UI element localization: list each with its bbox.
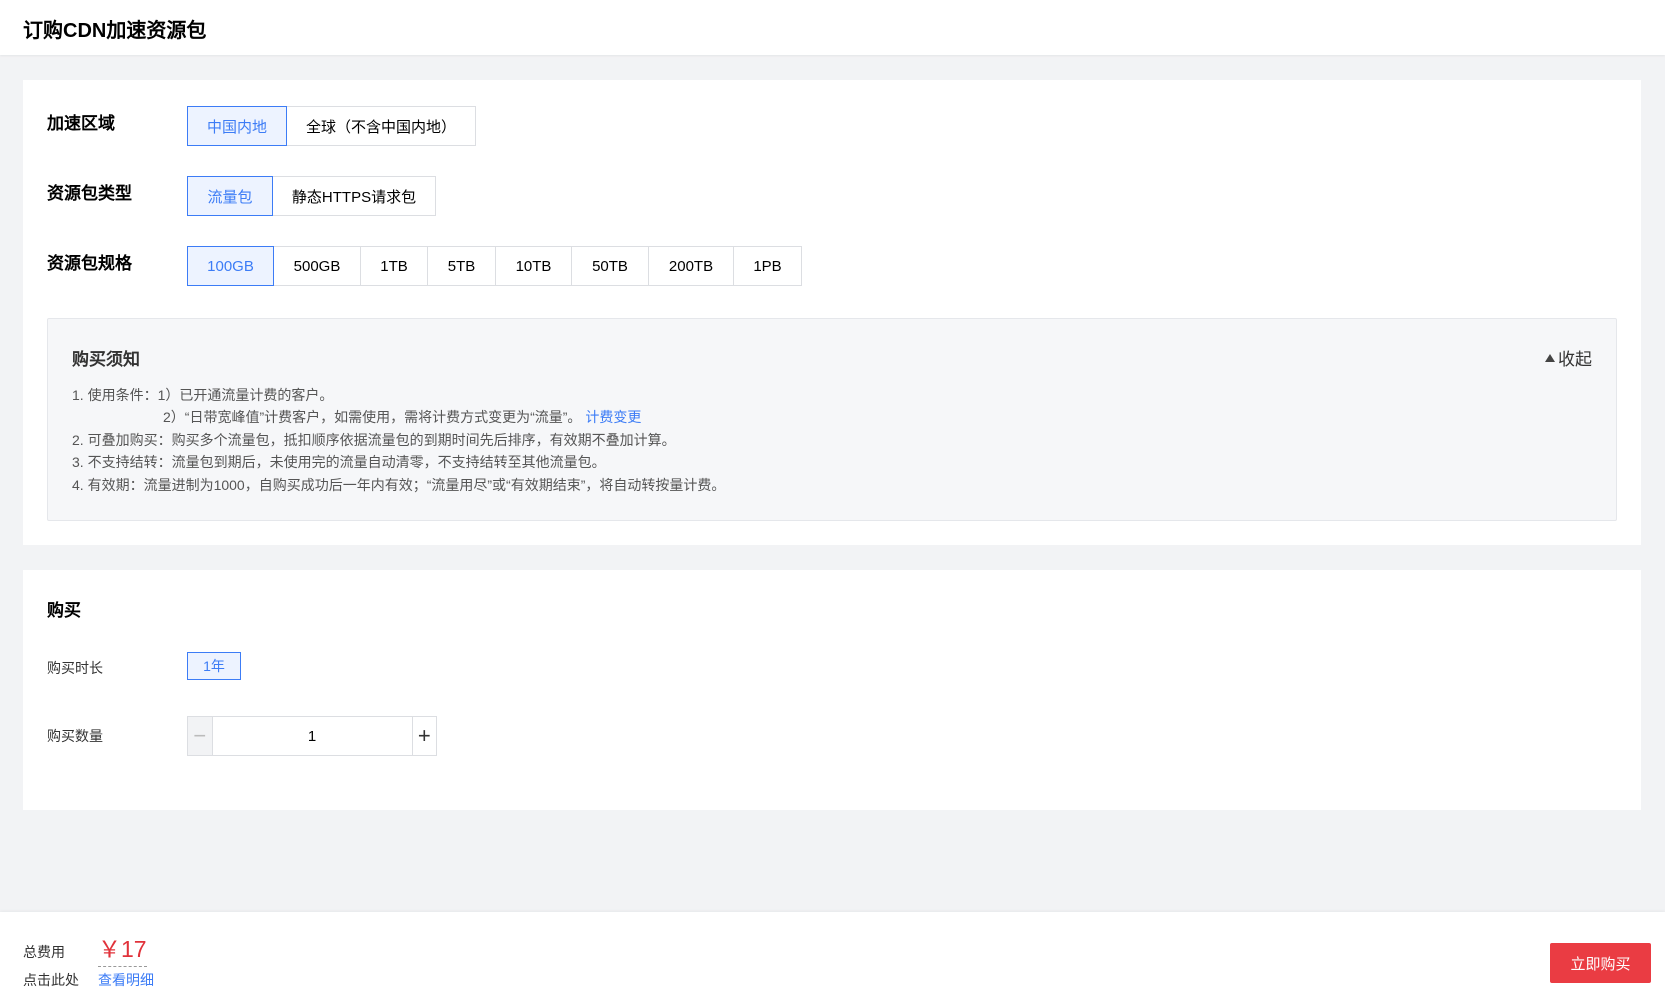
duration-option-1year[interactable]: 1年 xyxy=(187,652,241,680)
purchase-title: 购买 xyxy=(47,601,81,620)
notice-line-2-text: 2）“日带宽峰值”计费客户，如需使用，需将计费方式变更为“流量”。 xyxy=(163,409,582,425)
duration-label: 购买时长 xyxy=(47,660,103,676)
spec-option-50tb[interactable]: 50TB xyxy=(571,246,649,286)
pkg-type-selector: 流量包 静态HTTPS请求包 xyxy=(187,176,436,216)
minus-button[interactable]: − xyxy=(188,717,213,755)
buy-now-button[interactable]: 立即购买 xyxy=(1550,943,1651,983)
purchase-notice: 购买须知 收起 1. 使用条件：1）已开通流量计费的客户。 2）“日带宽峰值”计… xyxy=(47,318,1617,521)
notice-line-3: 2. 可叠加购买：购买多个流量包，抵扣顺序依据流量包的到期时间先后排序，有效期不… xyxy=(72,432,676,448)
plus-button[interactable]: + xyxy=(411,717,436,755)
pkg-spec-selector: 100GB 500GB 1TB 5TB 10TB 50TB 200TB 1PB xyxy=(187,246,802,286)
notice-line-5: 4. 有效期：流量进制为1000，自购买成功后一年内有效；“流量用尽”或“有效期… xyxy=(72,477,726,493)
view-details-link[interactable]: 查看明细 xyxy=(98,970,154,990)
click-here-label: 点击此处 xyxy=(23,972,79,988)
footer-bar: 总费用 ￥17 点击此处 查看明细 立即购买 xyxy=(0,912,1665,1002)
pkg-spec-label: 资源包规格 xyxy=(47,254,132,273)
notice-title: 购买须知 xyxy=(72,350,140,369)
spec-option-200tb[interactable]: 200TB xyxy=(648,246,734,286)
spec-option-10tb[interactable]: 10TB xyxy=(495,246,572,286)
page-title: 订购CDN加速资源包 xyxy=(23,20,207,42)
top-bar: 订购CDN加速资源包 xyxy=(0,0,1665,55)
notice-line-4: 3. 不支持结转：流量包到期后，未使用完的流量自动清零，不支持结转至其他流量包。 xyxy=(72,454,606,470)
pkg-type-label: 资源包类型 xyxy=(47,184,132,203)
collapse-toggle[interactable]: 收起 xyxy=(1545,345,1592,370)
spec-option-5tb[interactable]: 5TB xyxy=(427,246,496,286)
total-price: ￥17 xyxy=(98,930,147,967)
pkg-type-option-https[interactable]: 静态HTTPS请求包 xyxy=(272,176,436,216)
notice-line-2: 2）“日带宽峰值”计费客户，如需使用，需将计费方式变更为“流量”。 计费变更 xyxy=(163,407,641,427)
spec-option-100gb[interactable]: 100GB xyxy=(187,246,274,286)
region-label: 加速区域 xyxy=(47,114,115,133)
billing-change-link[interactable]: 计费变更 xyxy=(585,409,641,425)
total-cost-label: 总费用 xyxy=(23,944,65,960)
purchase-card: 购买 购买时长 1年 购买数量 − + xyxy=(23,570,1641,810)
region-option-mainland[interactable]: 中国内地 xyxy=(187,106,287,146)
quantity-label: 购买数量 xyxy=(47,728,103,744)
caret-up-icon xyxy=(1545,353,1555,362)
quantity-input[interactable] xyxy=(212,717,412,755)
region-option-global[interactable]: 全球（不含中国内地） xyxy=(286,106,476,146)
spec-option-1pb[interactable]: 1PB xyxy=(733,246,802,286)
quantity-stepper: − + xyxy=(187,716,437,756)
region-selector: 中国内地 全球（不含中国内地） xyxy=(187,106,476,146)
config-card: 加速区域 中国内地 全球（不含中国内地） 资源包类型 流量包 静态HTTPS请求… xyxy=(23,80,1641,545)
spec-option-1tb[interactable]: 1TB xyxy=(360,246,428,286)
notice-line-1: 1. 使用条件：1）已开通流量计费的客户。 xyxy=(72,387,334,403)
pkg-type-option-traffic[interactable]: 流量包 xyxy=(187,176,273,216)
collapse-label: 收起 xyxy=(1558,350,1592,369)
spec-option-500gb[interactable]: 500GB xyxy=(273,246,361,286)
